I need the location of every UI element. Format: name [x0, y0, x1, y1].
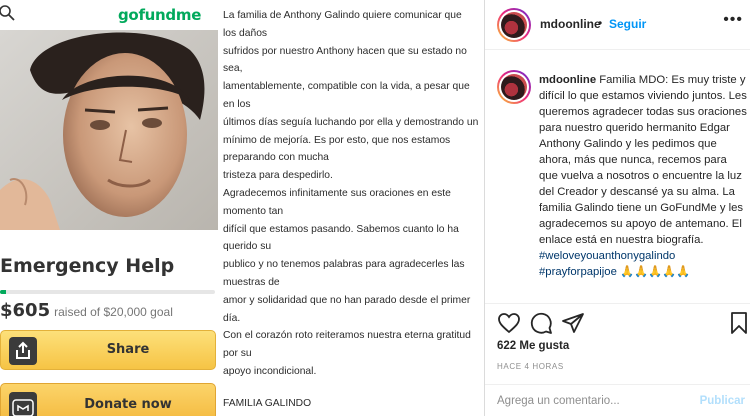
statement-line: últimos días seguía luchando por ella y … — [223, 116, 479, 128]
share-button[interactable]: Share — [0, 330, 216, 370]
separator-dot: • — [598, 16, 603, 30]
post-actions — [497, 311, 747, 337]
statement-line: por su — [223, 348, 252, 360]
statement-line: preparando con mucha — [223, 152, 329, 164]
gofundme-top-bar: gofundme — [0, 0, 218, 30]
post-timestamp[interactable]: HACE 4 HORAS — [497, 362, 564, 371]
avatar[interactable] — [497, 8, 531, 42]
statement-line: Con el corazón roto reiteramos nuestra e… — [223, 330, 471, 342]
statement-line: en los — [223, 99, 251, 110]
hashtag-link[interactable]: #weloveyouanthonygalindo — [539, 250, 675, 262]
comment-bar: Publicar — [485, 384, 750, 416]
post-header: mdoonline • Seguir ••• — [485, 0, 750, 50]
campaign-photo — [0, 30, 218, 230]
gofundme-logo[interactable]: gofundme — [118, 6, 201, 24]
statement-line: amor y solidaridad que no han parado des… — [223, 294, 471, 306]
publish-button[interactable]: Publicar — [700, 395, 745, 407]
caption-avatar[interactable] — [497, 70, 531, 104]
statement-line: Agradecemos infinitamente sus oraciones … — [223, 188, 451, 199]
search-icon[interactable] — [0, 5, 16, 21]
username-link[interactable]: mdoonline — [540, 17, 601, 31]
praying-hands-emojis: 🙏🙏🙏🙏🙏 — [620, 266, 691, 278]
gofundme-badge-icon — [9, 392, 37, 416]
funding-progress-fill — [0, 290, 7, 294]
gofundme-panel: gofundme Emergency Help $605 raised of $… — [0, 0, 218, 416]
statement-line: los daños — [223, 27, 268, 39]
statement-line: querido su — [223, 241, 272, 253]
funding-progress-bar — [0, 290, 215, 294]
instagram-post-panel: mdoonline • Seguir ••• mdoonline Familia… — [484, 0, 750, 416]
statement-line: momento tan — [223, 205, 284, 217]
amount-raised: $605 raised of $20,000 goal — [0, 300, 173, 321]
raised-goal-text: raised of $20,000 goal — [54, 305, 173, 319]
statement-line: día. — [223, 312, 241, 324]
share-icon[interactable] — [561, 311, 585, 335]
hashtag-link[interactable]: #prayforpapijoe — [539, 266, 617, 278]
statement-line: FAMILIA GALINDO — [223, 397, 312, 409]
caption-username[interactable]: mdoonline — [539, 74, 596, 86]
heart-icon[interactable] — [497, 311, 521, 335]
statement-line: publico y no tenemos palabras para agrad… — [223, 259, 465, 271]
statement-line: tristeza para despedirlo. — [223, 170, 333, 182]
donate-button-label: Donate now — [84, 397, 172, 412]
follow-button[interactable]: Seguir — [609, 17, 646, 31]
statement-line: difícil que estamos pasando. Sabemos cua… — [223, 223, 459, 235]
donate-button[interactable]: Donate now — [0, 383, 216, 416]
likes-count[interactable]: 622 Me gusta — [497, 340, 569, 352]
statement-line: sea, — [223, 63, 243, 75]
statement-line: sufridos por nuestro Anthony hacen que s… — [223, 45, 467, 57]
comment-icon[interactable] — [529, 311, 553, 335]
statement-line: muestras de — [223, 277, 280, 288]
share-upload-icon — [9, 337, 37, 365]
more-options-icon[interactable]: ••• — [723, 11, 743, 29]
campaign-title: Emergency Help — [0, 255, 175, 277]
divider — [485, 303, 750, 304]
statement-line: La familia de Anthony Galindo quiere com… — [223, 10, 462, 21]
family-statement: La familia de Anthony Galindo quiere com… — [221, 0, 484, 416]
bookmark-icon[interactable] — [727, 311, 750, 335]
raised-amount-value: $605 — [0, 300, 51, 321]
share-button-label: Share — [106, 342, 150, 357]
statement-line: lamentablemente, compatible con la vida,… — [223, 81, 470, 93]
statement-line: apoyo incondicional. — [223, 366, 317, 377]
caption-text-block: mdoonline Familia MDO: Es muy triste y d… — [539, 72, 747, 280]
caption-body: Familia MDO: Es muy triste y difícil lo … — [539, 74, 747, 246]
statement-line: mínimo de mejoría. Es por esto, que nos … — [223, 134, 451, 146]
post-caption: mdoonline Familia MDO: Es muy triste y d… — [485, 50, 750, 300]
comment-input[interactable] — [497, 395, 677, 407]
